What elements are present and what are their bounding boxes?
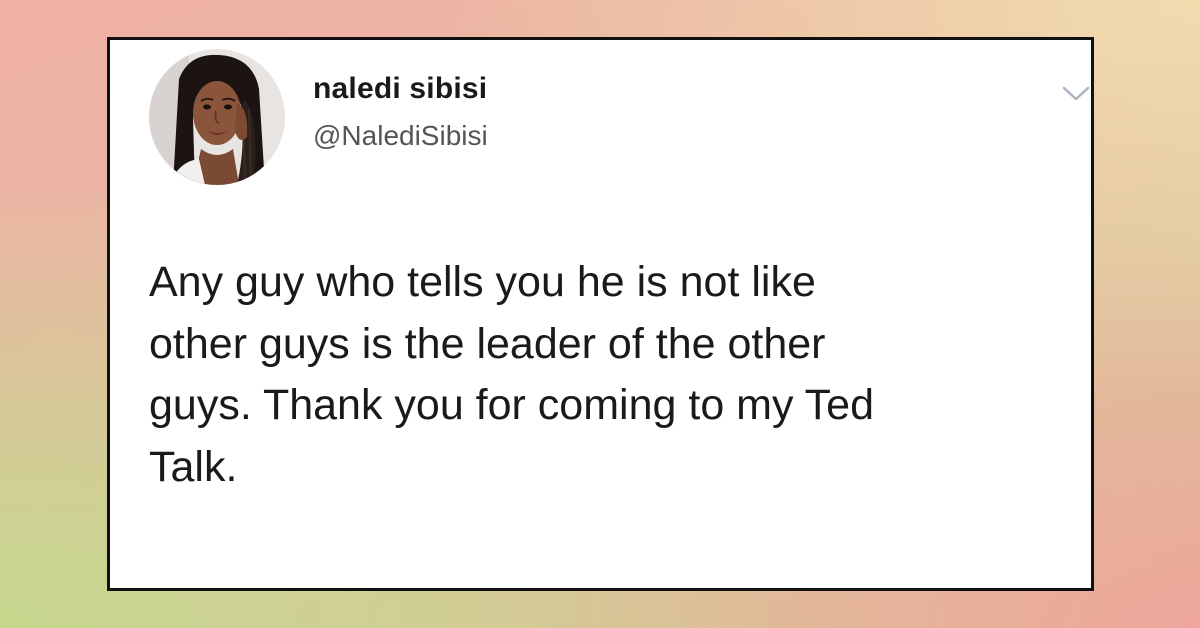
profile-photo-icon bbox=[149, 49, 285, 185]
tweet-card: naledi sibisi @NalediSibisi Any guy who … bbox=[107, 37, 1094, 591]
tweet-text-line: guys. Thank you for coming to my Ted bbox=[149, 381, 874, 429]
author-handle[interactable]: @NalediSibisi bbox=[313, 120, 488, 152]
avatar[interactable] bbox=[149, 49, 285, 185]
chevron-down-icon bbox=[1062, 86, 1090, 101]
tweet-text: Any guy who tells you he is not like oth… bbox=[149, 252, 1079, 498]
author-display-name[interactable]: naledi sibisi bbox=[313, 72, 487, 106]
tweet-menu-button[interactable] bbox=[1061, 84, 1091, 104]
tweet-text-line: other guys is the leader of the other bbox=[149, 319, 826, 368]
tweet-text-line: Any guy who tells you he is not like bbox=[149, 258, 816, 306]
tweet-text-line: Talk. bbox=[149, 442, 238, 491]
